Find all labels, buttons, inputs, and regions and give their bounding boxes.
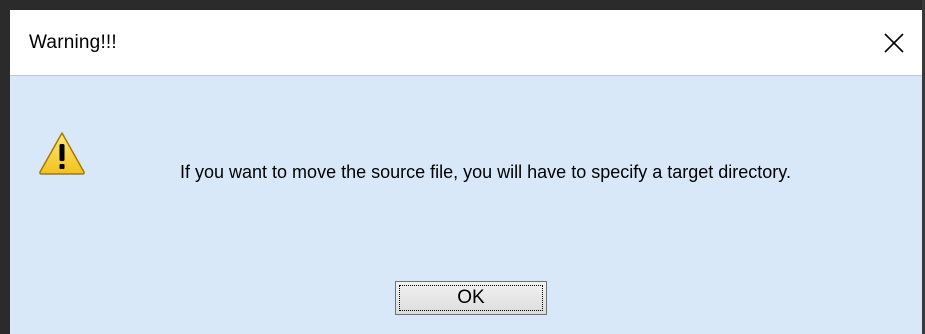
close-icon [884, 32, 904, 53]
dialog-title: Warning!!! [29, 32, 117, 53]
close-button[interactable] [866, 10, 922, 75]
title-bar[interactable]: Warning!!! [10, 10, 922, 75]
warning-icon [39, 132, 85, 175]
dialog-message: If you want to move the source file, you… [180, 162, 791, 182]
window-frame-top [0, 0, 925, 10]
ok-button[interactable]: OK [395, 281, 547, 315]
dialog-body: If you want to move the source file, you… [10, 75, 922, 334]
warning-dialog: Warning!!! If you want to move the sourc… [0, 0, 925, 334]
ok-button-label: OK [457, 287, 485, 308]
window-frame-left [0, 0, 10, 334]
